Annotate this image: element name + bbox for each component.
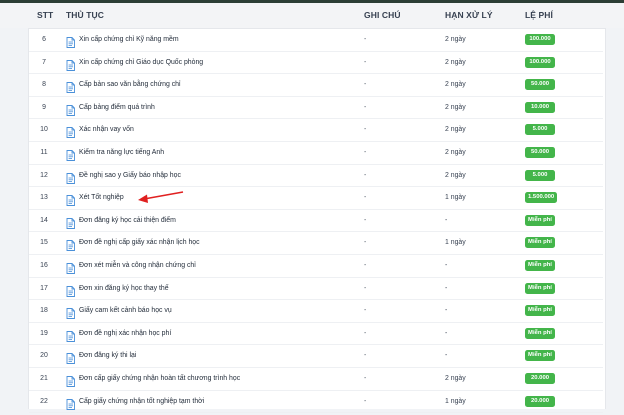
row-divider (29, 412, 603, 414)
arrow-shaft (143, 191, 184, 200)
red-arrow-annotation (138, 191, 184, 203)
arrow-head (138, 194, 148, 203)
